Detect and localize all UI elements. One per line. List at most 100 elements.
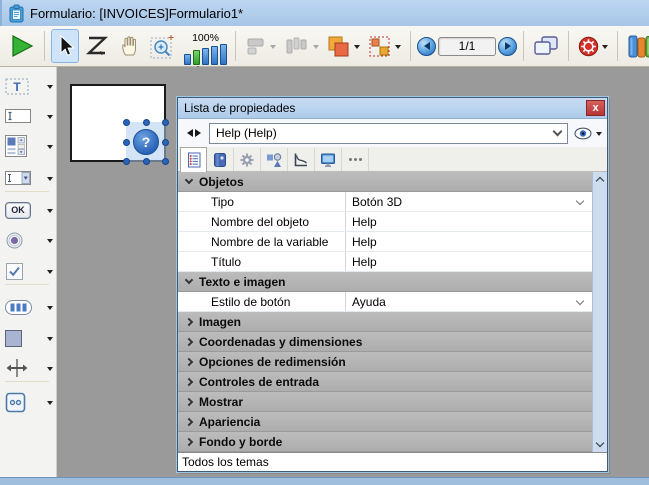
object-selector-dropdown[interactable]: Help (Help) xyxy=(209,123,568,144)
visibility-options-button[interactable] xyxy=(574,127,602,140)
execute-form-button[interactable] xyxy=(6,29,38,63)
title-bar[interactable]: Formulario: [INVOICES]Formulario1* xyxy=(0,0,649,26)
chevron-down-icon[interactable] xyxy=(313,45,319,52)
chevron-down-icon[interactable] xyxy=(47,115,53,122)
chevron-down-icon[interactable] xyxy=(270,45,276,52)
chevron-down-icon[interactable] xyxy=(47,209,53,216)
group-header-apariencia[interactable]: Apariencia xyxy=(178,412,592,432)
chevron-down-icon[interactable] xyxy=(596,132,602,139)
chevron-down-icon[interactable] xyxy=(354,45,360,52)
property-value-text[interactable]: Help xyxy=(346,212,592,231)
tool-combo-box[interactable] xyxy=(5,164,53,192)
property-value-text[interactable]: Help xyxy=(346,232,592,251)
tool-radio-button[interactable] xyxy=(5,226,53,254)
chevron-down-icon[interactable] xyxy=(47,85,53,92)
form-area[interactable]: ? xyxy=(70,84,166,162)
group-header-controles-entrada[interactable]: Controles de entrada xyxy=(178,372,592,392)
vertical-scrollbar[interactable] xyxy=(592,172,607,452)
move-level-button[interactable] xyxy=(324,29,363,63)
chevron-down-icon[interactable] xyxy=(47,239,53,246)
group-icon xyxy=(368,35,392,57)
property-value-dropdown[interactable]: Ayuda xyxy=(346,292,592,311)
property-value-text[interactable]: Help xyxy=(346,252,592,271)
tab-objects[interactable] xyxy=(261,148,288,171)
next-page-button[interactable] xyxy=(498,37,517,56)
tool-button[interactable]: OK xyxy=(5,196,53,224)
group-header-texto-e-imagen[interactable]: Texto e imagen xyxy=(178,272,592,292)
selected-object-help-button[interactable]: ? xyxy=(126,122,166,162)
group-header-objetos[interactable]: Objetos xyxy=(178,172,592,192)
group-button[interactable] xyxy=(365,29,404,63)
group-header-redimension[interactable]: Opciones de redimensión xyxy=(178,352,592,372)
tab-display[interactable] xyxy=(315,148,342,171)
chevron-down-icon[interactable] xyxy=(47,367,53,374)
curve-chart-icon xyxy=(293,152,309,168)
select-tool-button[interactable] xyxy=(51,29,79,63)
distribute-button-disabled[interactable] xyxy=(281,29,322,63)
zoom-tool-button[interactable] xyxy=(147,29,180,63)
tool-button-grid[interactable] xyxy=(5,293,53,321)
group-header-mostrar[interactable]: Mostrar xyxy=(178,392,592,412)
scroll-up-icon[interactable] xyxy=(596,177,604,185)
zoom-bar-200[interactable] xyxy=(202,48,209,65)
tab-more[interactable] xyxy=(342,148,369,171)
chevron-down-icon[interactable] xyxy=(47,401,53,408)
align-button-disabled[interactable] xyxy=(242,29,279,63)
entry-order-tool-button[interactable] xyxy=(81,29,113,63)
selection-handle[interactable] xyxy=(123,139,130,146)
tool-static-text[interactable]: T xyxy=(5,72,53,100)
tool-plugin-area[interactable] xyxy=(5,388,53,416)
chevron-down-icon[interactable] xyxy=(395,45,401,52)
tab-events[interactable] xyxy=(288,148,315,171)
chevron-down-icon[interactable] xyxy=(47,337,53,344)
tab-property-list[interactable] xyxy=(180,147,207,172)
zoom-bar-800[interactable] xyxy=(220,44,227,65)
arrow-left-icon[interactable] xyxy=(183,129,193,137)
group-header-imagen[interactable]: Imagen xyxy=(178,312,592,332)
property-value-dropdown[interactable]: Botón 3D xyxy=(346,192,592,211)
zoom-scale-widget[interactable]: 100% xyxy=(182,27,229,65)
group-header-coordenadas[interactable]: Coordenadas y dimensiones xyxy=(178,332,592,352)
close-button[interactable]: x xyxy=(586,100,605,116)
palette-separator xyxy=(5,381,49,382)
cursor-arrow-icon xyxy=(55,34,75,58)
zoom-bar-400[interactable] xyxy=(211,46,218,65)
chevron-down-icon[interactable] xyxy=(47,270,53,277)
selection-handle[interactable] xyxy=(162,119,169,126)
selection-handle[interactable] xyxy=(143,158,150,165)
selection-handle[interactable] xyxy=(143,119,150,126)
chevron-down-icon[interactable] xyxy=(47,177,53,184)
tab-pictures[interactable] xyxy=(207,148,234,171)
tool-text-input[interactable] xyxy=(5,102,53,130)
property-window-title: Lista de propiedades xyxy=(184,101,586,115)
display-views-button[interactable] xyxy=(530,29,562,63)
chevron-down-icon[interactable] xyxy=(47,145,53,152)
tool-splitter[interactable] xyxy=(5,354,53,382)
monitor-icon xyxy=(320,152,336,168)
zoom-bar-50[interactable] xyxy=(184,54,191,65)
selection-handle[interactable] xyxy=(123,158,130,165)
tab-gear[interactable] xyxy=(234,148,261,171)
object-prev-next[interactable] xyxy=(183,129,205,137)
selection-handle[interactable] xyxy=(123,119,130,126)
tool-check-box[interactable] xyxy=(5,257,53,285)
arrow-right-icon[interactable] xyxy=(195,129,205,137)
property-row-estilo-boton: Estilo de botón Ayuda xyxy=(178,292,592,312)
scroll-down-icon[interactable] xyxy=(596,439,604,447)
selection-handle[interactable] xyxy=(162,158,169,165)
help-3d-button[interactable]: ? xyxy=(133,129,159,155)
form-actions-button[interactable] xyxy=(575,29,611,63)
red-gear-icon xyxy=(578,36,599,57)
tool-rectangle[interactable] xyxy=(5,324,53,352)
zoom-bars[interactable] xyxy=(184,44,227,65)
explorer-button[interactable] xyxy=(624,29,649,63)
themes-footer[interactable]: Todos los temas xyxy=(178,452,607,471)
previous-page-button[interactable] xyxy=(417,37,436,56)
pan-tool-button[interactable] xyxy=(115,29,145,63)
selection-handle[interactable] xyxy=(162,139,169,146)
chevron-down-icon[interactable] xyxy=(602,45,608,52)
property-window-titlebar[interactable]: Lista de propiedades x xyxy=(178,98,607,119)
group-header-fondo-y-borde[interactable]: Fondo y borde xyxy=(178,432,592,452)
chevron-down-icon[interactable] xyxy=(47,306,53,313)
tool-list-box[interactable] xyxy=(5,130,53,162)
